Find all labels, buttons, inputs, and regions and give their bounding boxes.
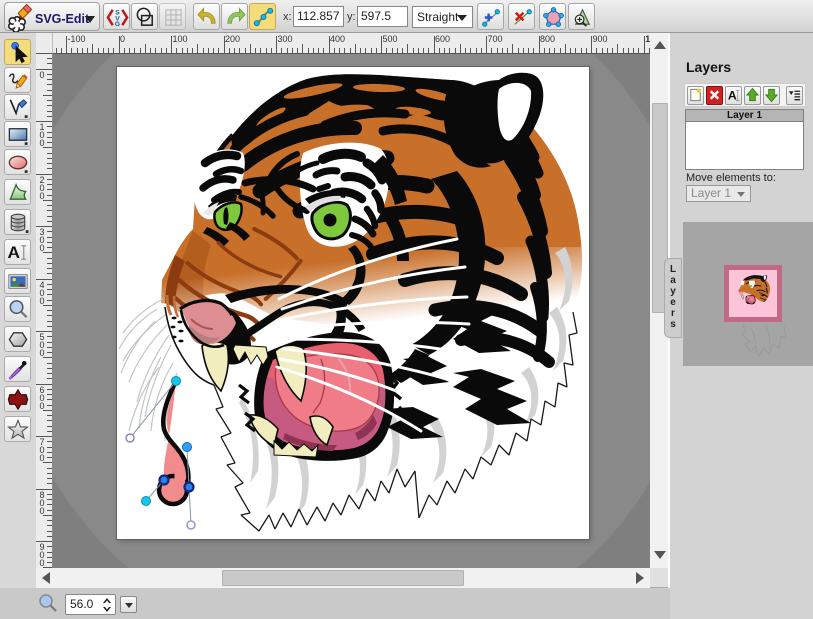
- svg-text:A: A: [7, 242, 19, 262]
- svg-text:G: G: [115, 21, 120, 28]
- svg-text:A: A: [728, 89, 737, 103]
